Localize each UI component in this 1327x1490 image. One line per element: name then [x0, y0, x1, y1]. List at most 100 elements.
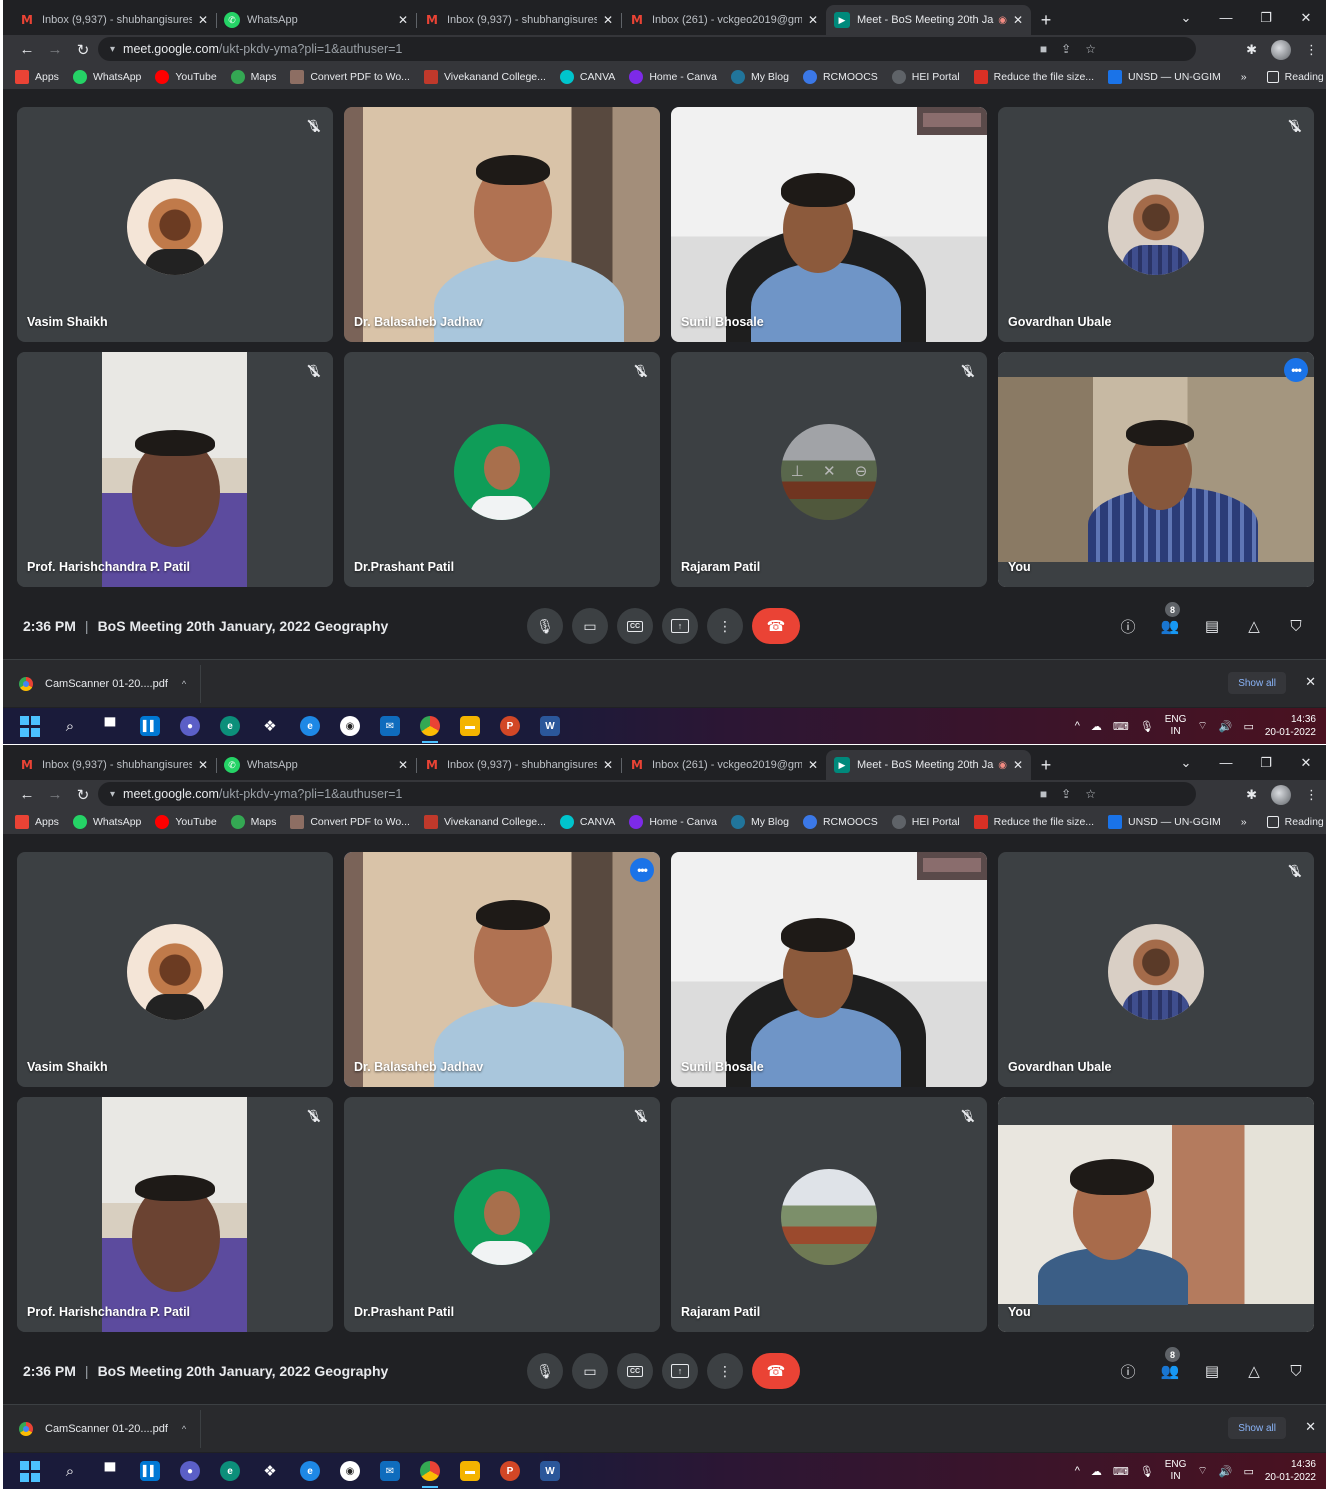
extensions-icon[interactable]: ✱: [1246, 787, 1257, 803]
menu-kebab-icon[interactable]: ⋮: [1305, 42, 1318, 58]
participant-tile[interactable]: 🎙 Vasim Shaikh: [17, 107, 333, 342]
restore-icon[interactable]: ❐: [1246, 755, 1286, 771]
present-button[interactable]: ↑: [662, 1353, 698, 1389]
participant-tile[interactable]: 🎙 Dr.Prashant Patil: [344, 1097, 660, 1332]
menu-kebab-icon[interactable]: ⋮: [1305, 787, 1318, 803]
tab-search-icon[interactable]: ⌄: [1166, 755, 1206, 771]
task-view-icon[interactable]: ▀: [99, 1460, 121, 1482]
participant-tile[interactable]: Sunil Bhosale: [671, 107, 987, 342]
keyboard-icon[interactable]: ⌨: [1113, 720, 1129, 733]
back-icon[interactable]: ←: [13, 786, 41, 803]
tile-more-options-icon[interactable]: •••: [630, 858, 654, 882]
host-controls-button[interactable]: ⛉: [1286, 1361, 1306, 1381]
chevron-up-icon[interactable]: ^: [1075, 720, 1080, 732]
browser-tab[interactable]: ▶ Meet - BoS Meeting 20th Jar ◉ ✕: [826, 750, 1031, 780]
teams-chat-icon[interactable]: ●: [179, 715, 201, 737]
chevron-up-icon[interactable]: ^: [1075, 1465, 1080, 1477]
bookmark-item[interactable]: UNSD — UN-GGIM: [1108, 814, 1221, 829]
browser-tab[interactable]: M Inbox (9,937) - shubhangisureshi ✕: [416, 750, 621, 780]
bookmark-item[interactable]: Reduce the file size...: [973, 814, 1094, 829]
onedrive-icon[interactable]: ☁: [1091, 1465, 1102, 1478]
widgets-icon[interactable]: ▌▌: [139, 1460, 161, 1482]
present-button[interactable]: ↑: [662, 608, 698, 644]
participant-tile[interactable]: ••• You: [998, 352, 1314, 587]
search-icon[interactable]: ⌕: [59, 1460, 81, 1482]
file-explorer-icon[interactable]: ▬: [459, 1460, 481, 1482]
windows-start-icon[interactable]: [19, 1460, 41, 1482]
wifi-icon[interactable]: ⌔: [1197, 1464, 1207, 1478]
close-window-icon[interactable]: ✕: [1286, 10, 1326, 26]
bookmark-item[interactable]: Reduce the file size...: [973, 69, 1094, 84]
tab-close-icon[interactable]: ✕: [398, 13, 408, 27]
participant-tile[interactable]: Sunil Bhosale: [671, 852, 987, 1087]
tab-close-icon[interactable]: ✕: [603, 758, 613, 772]
clock[interactable]: 14:36 20-01-2022: [1265, 713, 1316, 739]
chrome-taskbar-icon[interactable]: [419, 1460, 441, 1488]
chat-button[interactable]: ▤: [1202, 1361, 1222, 1381]
bookmark-item[interactable]: Vivekanand College...: [423, 814, 546, 829]
teams-chat-icon[interactable]: ●: [179, 1460, 201, 1482]
bookmark-item[interactable]: CANVA: [559, 69, 615, 84]
edge-beta-icon[interactable]: e: [299, 1460, 321, 1482]
extensions-icon[interactable]: ✱: [1246, 42, 1257, 58]
tab-close-icon[interactable]: ✕: [1013, 13, 1023, 27]
edge-beta-icon[interactable]: e: [299, 715, 321, 737]
tab-close-icon[interactable]: ✕: [1013, 758, 1023, 772]
bookmark-item[interactable]: UNSD — UN-GGIM: [1108, 69, 1221, 84]
show-all-button[interactable]: Show all: [1228, 672, 1286, 694]
dropbox-icon[interactable]: ❖: [259, 1460, 281, 1482]
download-item[interactable]: CamScanner 01-20....pdf ^: [3, 1409, 202, 1448]
bookmark-item[interactable]: RCMOOCS: [802, 69, 878, 84]
tab-close-icon[interactable]: ✕: [603, 13, 613, 27]
edge-icon[interactable]: e: [219, 715, 241, 737]
participant-tile[interactable]: 🎙 Rajaram Patil: [671, 1097, 987, 1332]
tab-close-icon[interactable]: ✕: [398, 758, 408, 772]
bookmark-item[interactable]: Vivekanand College...: [423, 69, 546, 84]
camera-in-use-icon[interactable]: ■: [1040, 787, 1047, 801]
bookmark-item[interactable]: Maps: [230, 69, 276, 84]
participant-tile[interactable]: ⊥ ✕ ⊖ 🎙 Rajaram Patil: [671, 352, 987, 587]
input-language[interactable]: ENG IN: [1165, 1459, 1187, 1483]
bookmark-item[interactable]: YouTube: [155, 814, 217, 829]
browser-tab[interactable]: M Inbox (9,937) - shubhangisureshi ✕: [416, 5, 621, 35]
host-controls-button[interactable]: ⛉: [1286, 616, 1306, 636]
windows-start-icon[interactable]: [19, 715, 41, 737]
participant-tile[interactable]: ••• Dr. Balasaheb Jadhav: [344, 852, 660, 1087]
bookmarks-overflow-icon[interactable]: »: [1241, 816, 1247, 828]
bookmark-item[interactable]: Apps: [15, 814, 59, 829]
meeting-details-button[interactable]: ⓘ: [1118, 616, 1138, 636]
activities-button[interactable]: △: [1244, 1361, 1264, 1381]
battery-icon[interactable]: ▭: [1243, 720, 1253, 733]
bookmark-item[interactable]: YouTube: [155, 69, 217, 84]
mail-icon[interactable]: ✉: [379, 1460, 401, 1482]
share-icon[interactable]: ⇪: [1061, 787, 1071, 801]
microphone-tray-icon[interactable]: 🎙: [1140, 1465, 1154, 1478]
browser-tab[interactable]: M Inbox (9,937) - shubhangisureshl ✕: [11, 750, 216, 780]
clock[interactable]: 14:36 20-01-2022: [1265, 1458, 1316, 1484]
bookmark-item[interactable]: HEI Portal: [891, 814, 960, 829]
browser-tab[interactable]: ▶ Meet - BoS Meeting 20th Jar ◉ ✕: [826, 5, 1031, 35]
bookmark-item[interactable]: HEI Portal: [891, 69, 960, 84]
tile-more-options-icon[interactable]: •••: [1284, 358, 1308, 382]
participant-tile[interactable]: 🎙 Govardhan Ubale: [998, 107, 1314, 342]
mute-icon[interactable]: ✕: [823, 462, 836, 480]
people-button[interactable]: 👥 8: [1160, 1347, 1180, 1381]
new-tab-button[interactable]: +: [1031, 5, 1061, 35]
forward-icon[interactable]: →: [41, 41, 69, 58]
browser-tab[interactable]: ✆ WhatsApp ✕: [216, 750, 416, 780]
bookmark-item[interactable]: Convert PDF to Wo...: [290, 69, 410, 84]
close-icon[interactable]: ✕: [1305, 1419, 1316, 1435]
mail-icon[interactable]: ✉: [379, 715, 401, 737]
browser-tab[interactable]: M Inbox (261) - vckgeo2019@gmai ✕: [621, 750, 826, 780]
activities-button[interactable]: △: [1244, 616, 1264, 636]
obs-icon[interactable]: ◉: [339, 1460, 361, 1482]
bookmark-item[interactable]: RCMOOCS: [802, 814, 878, 829]
back-icon[interactable]: ←: [13, 41, 41, 58]
forward-icon[interactable]: →: [41, 786, 69, 803]
bookmark-item[interactable]: My Blog: [731, 69, 789, 84]
leave-call-button[interactable]: ☎: [752, 1353, 800, 1389]
bookmark-item[interactable]: CANVA: [559, 814, 615, 829]
show-all-button[interactable]: Show all: [1228, 1417, 1286, 1439]
task-view-icon[interactable]: ▀: [99, 715, 121, 737]
more-options-button[interactable]: ⋮: [707, 608, 743, 644]
